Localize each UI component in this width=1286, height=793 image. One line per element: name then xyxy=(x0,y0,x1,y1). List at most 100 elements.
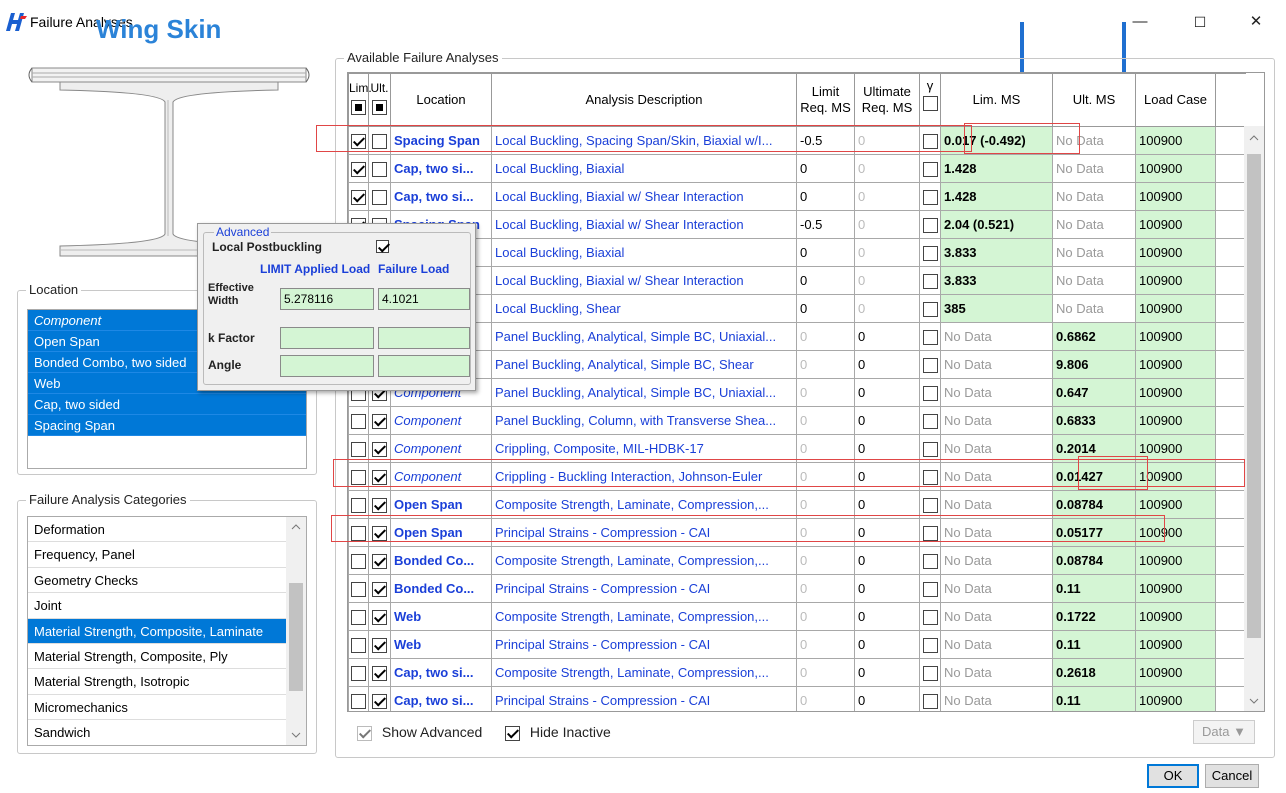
lim-checkbox-box[interactable] xyxy=(351,693,366,709)
ult-checkbox-box[interactable] xyxy=(372,609,387,625)
analysis-row[interactable]: Cap, two si... Composite Strength, Lamina… xyxy=(348,658,1246,687)
lim-checkbox[interactable] xyxy=(348,182,369,211)
gamma-checkbox[interactable] xyxy=(919,406,941,435)
ult-req-header[interactable]: Ultimate Req. MS xyxy=(854,73,920,127)
gamma-checkbox[interactable] xyxy=(919,210,941,239)
ult-req-cell[interactable]: 0 xyxy=(854,658,920,687)
gamma-checkbox-box[interactable] xyxy=(922,385,938,401)
limit-req-cell[interactable]: 0 xyxy=(796,574,855,603)
chevron-down-icon[interactable] xyxy=(291,731,301,739)
limit-req-cell[interactable]: 0 xyxy=(796,658,855,687)
lim-checkbox[interactable] xyxy=(348,658,369,687)
analysis-row[interactable]: Bonded Co... Principal Strains - Compress… xyxy=(348,574,1246,603)
ult-req-cell[interactable]: 0 xyxy=(854,406,920,435)
gamma-checkbox-box[interactable] xyxy=(922,497,938,513)
location-item[interactable]: Spacing Span xyxy=(28,415,306,436)
gamma-checkbox[interactable] xyxy=(919,546,941,575)
gamma-checkbox[interactable] xyxy=(919,294,941,323)
ult-checkbox-box[interactable] xyxy=(372,413,387,429)
gamma-checkbox[interactable] xyxy=(919,154,941,183)
analysis-row[interactable]: Cap, two si... Local Buckling, Biaxial 0 0 1… xyxy=(348,154,1246,183)
ult-checkbox-box[interactable] xyxy=(372,693,387,709)
ult-checkbox[interactable] xyxy=(368,602,391,631)
scrollbar-thumb[interactable] xyxy=(289,583,303,691)
limit-req-cell[interactable]: 0 xyxy=(796,546,855,575)
ult-checkbox-box[interactable] xyxy=(372,665,387,681)
category-item[interactable]: Sandwich xyxy=(28,720,287,745)
limit-req-cell[interactable]: 0 xyxy=(796,602,855,631)
ult-checkbox[interactable] xyxy=(368,574,391,603)
category-item-selected[interactable]: Material Strength, Composite, Laminate xyxy=(28,618,287,644)
analysis-row[interactable]: WebLocal Buckling, Shear00385No Data1009… xyxy=(348,294,1246,323)
limit-req-cell[interactable]: 0 xyxy=(796,182,855,211)
ult-checkbox-box[interactable] xyxy=(372,637,387,653)
gamma-checkbox-box[interactable] xyxy=(922,413,938,429)
ult-req-cell[interactable]: 0 xyxy=(854,546,920,575)
gamma-checkbox-box[interactable] xyxy=(922,693,938,709)
gamma-checkbox-box[interactable] xyxy=(922,581,938,597)
lim-checkbox-box[interactable] xyxy=(351,161,366,177)
ult-ms-header[interactable]: Ult. MS xyxy=(1052,73,1136,127)
limit-req-cell[interactable]: 0 xyxy=(796,266,855,295)
gamma-checkbox-box[interactable] xyxy=(922,245,938,261)
gamma-checkbox[interactable] xyxy=(919,182,941,211)
ult-checkbox[interactable] xyxy=(368,406,391,435)
k-factor-failure-field[interactable] xyxy=(378,327,470,349)
category-item[interactable]: Material Strength, Composite, Ply xyxy=(28,644,287,670)
data-dropdown-button[interactable]: Data ▼ xyxy=(1193,720,1255,744)
analysis-row[interactable]: Bonded Co... Composite Strength, Laminate… xyxy=(348,546,1246,575)
grid-scrollbar[interactable] xyxy=(1244,126,1264,711)
ult-select-all-checkbox[interactable] xyxy=(372,100,387,115)
category-item[interactable]: Micromechanics xyxy=(28,695,287,721)
limit-req-cell[interactable]: 0 xyxy=(796,238,855,267)
ult-req-cell[interactable]: 0 xyxy=(854,266,920,295)
category-item[interactable]: Material Strength, Isotropic xyxy=(28,669,287,695)
limit-req-cell[interactable]: 0 xyxy=(796,154,855,183)
gamma-select-all-checkbox[interactable] xyxy=(922,96,938,112)
gamma-checkbox[interactable] xyxy=(919,266,941,295)
chevron-up-icon[interactable] xyxy=(291,523,301,531)
gamma-checkbox-box[interactable] xyxy=(922,329,938,345)
scrollbar-thumb[interactable] xyxy=(1247,154,1261,638)
categories-scrollbar[interactable] xyxy=(286,517,306,745)
ult-req-cell[interactable]: 0 xyxy=(854,602,920,631)
ult-req-cell[interactable]: 0 xyxy=(854,686,920,711)
analyses-grid[interactable]: Lim. Ult. Location Analysis Description … xyxy=(347,72,1265,712)
analysis-row[interactable]: ComponentPanel Buckling, Analytical, Sim… xyxy=(348,350,1246,379)
gamma-checkbox[interactable] xyxy=(919,350,941,379)
k-factor-limit-field[interactable] xyxy=(280,327,374,349)
limit-req-cell[interactable]: 0 xyxy=(796,322,855,351)
limit-req-cell[interactable]: 0 xyxy=(796,294,855,323)
ult-checkbox-box[interactable] xyxy=(372,161,387,177)
lim-checkbox[interactable] xyxy=(348,546,369,575)
categories-list[interactable]: Deformation Frequency, Panel Geometry Ch… xyxy=(27,516,307,746)
angle-failure-field[interactable] xyxy=(378,355,470,377)
lim-checkbox-box[interactable] xyxy=(351,441,366,457)
ok-button[interactable]: OK xyxy=(1147,764,1199,788)
gamma-checkbox-box[interactable] xyxy=(922,441,938,457)
effective-width-failure-field[interactable]: 4.1021 xyxy=(378,288,470,310)
postbuckling-checkbox[interactable] xyxy=(376,240,389,253)
lim-checkbox-box[interactable] xyxy=(351,189,366,205)
description-header[interactable]: Analysis Description xyxy=(491,73,797,127)
close-button[interactable]: ✕ xyxy=(1236,10,1276,34)
lim-checkbox[interactable] xyxy=(348,630,369,659)
lim-checkbox[interactable] xyxy=(348,602,369,631)
gamma-checkbox[interactable] xyxy=(919,378,941,407)
lim-checkbox[interactable] xyxy=(348,686,369,711)
ult-req-cell[interactable]: 0 xyxy=(854,294,920,323)
location-item[interactable]: Cap, two sided xyxy=(28,394,306,415)
show-advanced-option[interactable]: Show Advanced xyxy=(357,724,482,741)
lim-header[interactable]: Lim. xyxy=(348,73,372,127)
ult-checkbox[interactable] xyxy=(368,658,391,687)
lim-ms-header[interactable]: Lim. MS xyxy=(940,73,1053,127)
lim-checkbox-box[interactable] xyxy=(351,609,366,625)
ult-req-cell[interactable]: 0 xyxy=(854,350,920,379)
gamma-checkbox-box[interactable] xyxy=(922,161,938,177)
hide-inactive-checkbox[interactable] xyxy=(505,725,520,741)
lim-checkbox-box[interactable] xyxy=(351,497,366,513)
ult-req-cell[interactable]: 0 xyxy=(854,378,920,407)
analysis-row[interactable]: Cap, two si... Principal Strains - Compre… xyxy=(348,686,1246,711)
analysis-row[interactable]: ComponentPanel Buckling, Analytical, Sim… xyxy=(348,322,1246,351)
ult-checkbox-box[interactable] xyxy=(372,189,387,205)
